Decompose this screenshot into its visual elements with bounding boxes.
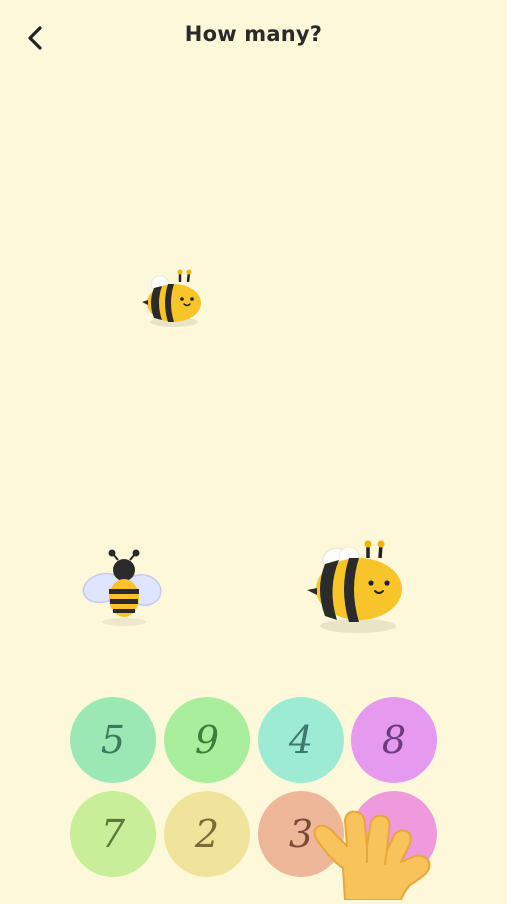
- answer-label: 9: [194, 718, 220, 762]
- answer-4-button[interactable]: 4: [258, 697, 344, 783]
- answer-3-button[interactable]: 3: [258, 791, 344, 877]
- answer-8-button[interactable]: 8: [351, 697, 437, 783]
- answer-label: 7: [100, 812, 126, 856]
- answer-label: 5: [100, 718, 126, 762]
- answer-2-button[interactable]: 2: [164, 791, 250, 877]
- answer-label: 2: [194, 812, 220, 856]
- answer-label: 4: [288, 718, 314, 762]
- answer-label: 8: [381, 718, 407, 762]
- answer-label: 3: [288, 812, 314, 856]
- answer-5-button[interactable]: 5: [70, 697, 156, 783]
- top-bar: How many?: [0, 0, 507, 72]
- answer-hidden-button[interactable]: [351, 791, 437, 877]
- answer-9-button[interactable]: 9: [164, 697, 250, 783]
- bee-flying[interactable]: [80, 548, 166, 632]
- page-title: How many?: [184, 22, 323, 46]
- bee-small[interactable]: [138, 268, 208, 336]
- answer-7-button[interactable]: 7: [70, 791, 156, 877]
- bee-large[interactable]: [303, 536, 413, 640]
